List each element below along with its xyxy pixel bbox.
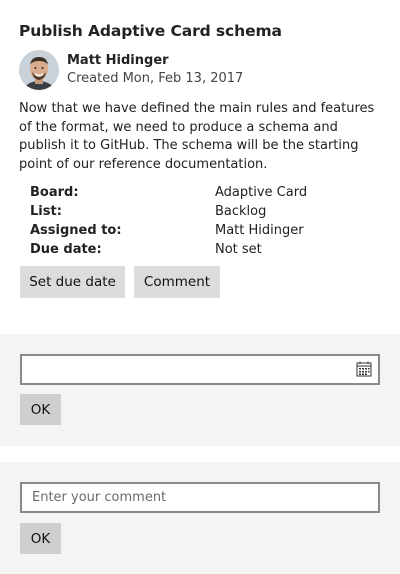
comment-placeholder: Enter your comment bbox=[32, 490, 167, 505]
calendar-icon[interactable] bbox=[356, 361, 372, 377]
fact-value: Matt Hidinger bbox=[215, 223, 304, 238]
created-date: Created Mon, Feb 13, 2017 bbox=[67, 71, 244, 86]
fact-row: Assigned to: Matt Hidinger bbox=[30, 221, 370, 240]
fact-value: Not set bbox=[215, 242, 262, 257]
comment-input[interactable]: Enter your comment bbox=[20, 482, 380, 513]
card-title: Publish Adaptive Card schema bbox=[19, 22, 282, 40]
fact-set: Board: Adaptive Card List: Backlog Assig… bbox=[30, 183, 370, 259]
fact-row: List: Backlog bbox=[30, 202, 370, 221]
avatar bbox=[19, 50, 59, 90]
fact-key: Assigned to: bbox=[30, 223, 122, 238]
user-avatar-icon bbox=[19, 50, 59, 90]
date-input[interactable] bbox=[20, 354, 380, 385]
fact-row: Due date: Not set bbox=[30, 240, 370, 259]
due-date-panel: OK bbox=[0, 334, 400, 446]
fact-key: List: bbox=[30, 204, 62, 219]
fact-key: Board: bbox=[30, 185, 79, 200]
adaptive-card: Publish Adaptive Card schema Matt Hiding… bbox=[0, 0, 400, 334]
fact-value: Adaptive Card bbox=[215, 185, 308, 200]
set-due-date-button[interactable]: Set due date bbox=[20, 266, 125, 298]
due-date-ok-button[interactable]: OK bbox=[20, 394, 61, 425]
comment-panel: Enter your comment OK bbox=[0, 462, 400, 574]
author-name: Matt Hidinger bbox=[67, 53, 169, 68]
fact-row: Board: Adaptive Card bbox=[30, 183, 370, 202]
comment-button[interactable]: Comment bbox=[134, 266, 220, 298]
card-description: Now that we have defined the main rules … bbox=[19, 101, 375, 172]
fact-value: Backlog bbox=[215, 204, 267, 219]
fact-key: Due date: bbox=[30, 242, 102, 257]
comment-ok-button[interactable]: OK bbox=[20, 523, 61, 554]
